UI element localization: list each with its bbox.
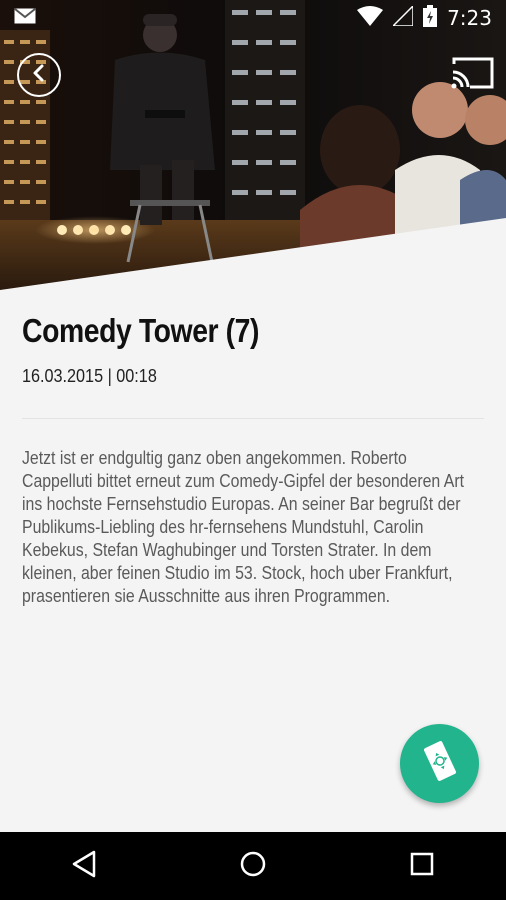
nav-home-button[interactable] bbox=[223, 836, 283, 896]
cast-icon bbox=[450, 57, 496, 94]
navigation-bar bbox=[0, 832, 506, 900]
cast-button[interactable] bbox=[450, 56, 496, 90]
recents-square-icon bbox=[409, 851, 435, 882]
nav-back-button[interactable] bbox=[54, 836, 114, 896]
remote-control-icon bbox=[423, 741, 457, 786]
back-button[interactable] bbox=[17, 53, 61, 97]
status-time: 7:23 bbox=[447, 6, 492, 30]
back-arrow-icon bbox=[31, 64, 47, 87]
status-bar: 7:23 bbox=[0, 0, 506, 36]
back-triangle-icon bbox=[71, 850, 97, 883]
divider bbox=[22, 418, 484, 419]
gmail-icon bbox=[14, 7, 36, 29]
remote-control-button[interactable] bbox=[400, 724, 479, 803]
wifi-icon bbox=[357, 5, 384, 31]
battery-icon bbox=[423, 4, 438, 32]
hero-image bbox=[0, 0, 506, 290]
episode-description: Jetzt ist er endgultig ganz oben angekom… bbox=[22, 448, 465, 606]
episode-title: Comedy Tower (7) bbox=[22, 312, 260, 349]
nav-recents-button[interactable] bbox=[392, 836, 452, 896]
signal-icon bbox=[391, 3, 414, 31]
episode-date-duration: 16.03.2015 | 00:18 bbox=[22, 366, 157, 386]
home-circle-icon bbox=[239, 850, 267, 883]
